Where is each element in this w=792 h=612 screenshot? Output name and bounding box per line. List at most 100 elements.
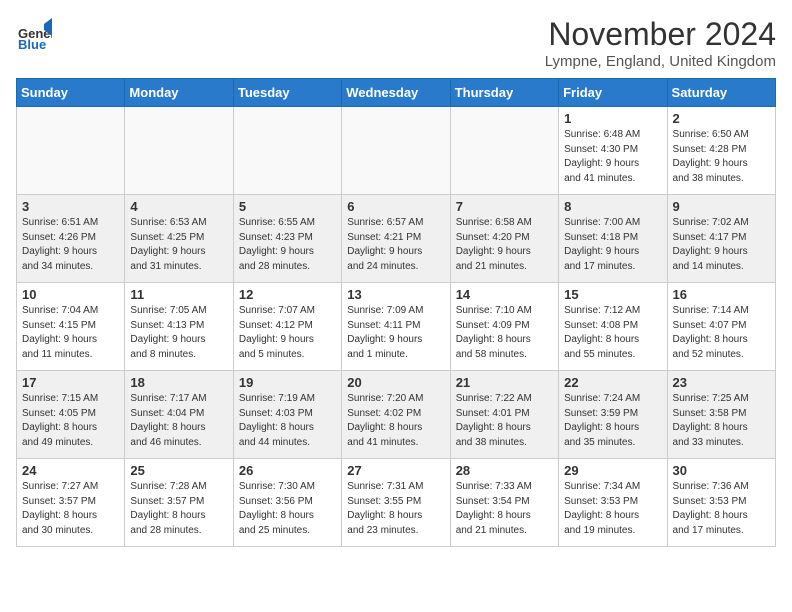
table-row xyxy=(233,107,341,195)
header-friday: Friday xyxy=(559,79,667,107)
day-info: Sunrise: 7:20 AM Sunset: 4:02 PM Dayligh… xyxy=(347,392,444,450)
table-row: 22 Sunrise: 7:24 AM Sunset: 3:59 PM Dayli… xyxy=(559,371,667,459)
day-info: Sunrise: 7:24 AM Sunset: 3:59 PM Dayligh… xyxy=(564,392,661,450)
day-info: Sunrise: 7:31 AM Sunset: 3:55 PM Dayligh… xyxy=(347,480,444,538)
day-number: 8 xyxy=(564,199,661,214)
table-row: 24Sunrise: 7:27 AM Sunset: 3:57 PM Dayli… xyxy=(17,459,125,547)
month-title: November 2024 xyxy=(545,16,776,53)
table-row: 26 Sunrise: 7:30 AM Sunset: 3:56 PM Dayli… xyxy=(233,459,341,547)
table-row: 3 Sunrise: 6:51 AM Sunset: 4:26 PM Daylig… xyxy=(17,195,125,283)
day-info: Sunrise: 7:17 AM Sunset: 4:04 PM Dayligh… xyxy=(130,392,227,450)
table-row: 14 Sunrise: 7:10 AM Sunset: 4:09 PM Dayli… xyxy=(450,283,558,371)
day-number: 14 xyxy=(456,287,553,302)
day-info: Sunrise: 7:10 AM Sunset: 4:09 PM Dayligh… xyxy=(456,304,553,362)
day-info: Sunrise: 7:14 AM Sunset: 4:07 PM Dayligh… xyxy=(673,304,770,362)
day-number: 19 xyxy=(239,375,336,390)
day-number: 1 xyxy=(564,111,661,126)
table-row: 7 Sunrise: 6:58 AM Sunset: 4:20 PM Daylig… xyxy=(450,195,558,283)
day-info: Sunrise: 7:33 AM Sunset: 3:54 PM Dayligh… xyxy=(456,480,553,538)
day-number: 21 xyxy=(456,375,553,390)
table-row: 6 Sunrise: 6:57 AM Sunset: 4:21 PM Daylig… xyxy=(342,195,450,283)
table-row xyxy=(450,107,558,195)
page-header: General Blue November 2024 Lympne, Engla… xyxy=(16,16,776,70)
location: Lympne, England, United Kingdom xyxy=(545,53,776,70)
table-row: 27 Sunrise: 7:31 AM Sunset: 3:55 PM Dayli… xyxy=(342,459,450,547)
day-info: Sunrise: 6:57 AM Sunset: 4:21 PM Dayligh… xyxy=(347,216,444,274)
day-info: Sunrise: 6:48 AM Sunset: 4:30 PM Dayligh… xyxy=(564,128,661,186)
table-row: 21Sunrise: 7:22 AM Sunset: 4:01 PM Dayli… xyxy=(450,371,558,459)
day-info: Sunrise: 7:00 AM Sunset: 4:18 PM Dayligh… xyxy=(564,216,661,274)
day-number: 30 xyxy=(673,463,770,478)
logo: General Blue xyxy=(16,16,56,52)
day-info: Sunrise: 7:05 AM Sunset: 4:13 PM Dayligh… xyxy=(130,304,227,362)
day-info: Sunrise: 7:09 AM Sunset: 4:11 PM Dayligh… xyxy=(347,304,444,362)
day-number: 6 xyxy=(347,199,444,214)
day-number: 27 xyxy=(347,463,444,478)
day-number: 5 xyxy=(239,199,336,214)
header-wednesday: Wednesday xyxy=(342,79,450,107)
table-row: 28 Sunrise: 7:33 AM Sunset: 3:54 PM Dayli… xyxy=(450,459,558,547)
day-info: Sunrise: 7:15 AM Sunset: 4:05 PM Dayligh… xyxy=(22,392,119,450)
table-row: 9Sunrise: 7:02 AM Sunset: 4:17 PM Daylig… xyxy=(667,195,775,283)
header-sunday: Sunday xyxy=(17,79,125,107)
table-row xyxy=(17,107,125,195)
table-row xyxy=(342,107,450,195)
day-number: 23 xyxy=(673,375,770,390)
day-number: 3 xyxy=(22,199,119,214)
calendar-header-row: Sunday Monday Tuesday Wednesday Thursday… xyxy=(17,79,776,107)
day-info: Sunrise: 7:12 AM Sunset: 4:08 PM Dayligh… xyxy=(564,304,661,362)
logo-icon: General Blue xyxy=(16,16,52,52)
calendar-table: Sunday Monday Tuesday Wednesday Thursday… xyxy=(16,78,776,547)
table-row: 18 Sunrise: 7:17 AM Sunset: 4:04 PM Dayli… xyxy=(125,371,233,459)
day-info: Sunrise: 6:51 AM Sunset: 4:26 PM Dayligh… xyxy=(22,216,119,274)
table-row: 17Sunrise: 7:15 AM Sunset: 4:05 PM Dayli… xyxy=(17,371,125,459)
day-info: Sunrise: 7:25 AM Sunset: 3:58 PM Dayligh… xyxy=(673,392,770,450)
table-row: 30 Sunrise: 7:36 AM Sunset: 3:53 PM Dayli… xyxy=(667,459,775,547)
day-info: Sunrise: 7:04 AM Sunset: 4:15 PM Dayligh… xyxy=(22,304,119,362)
day-info: Sunrise: 7:36 AM Sunset: 3:53 PM Dayligh… xyxy=(673,480,770,538)
title-block: November 2024 Lympne, England, United Ki… xyxy=(545,16,776,70)
table-row: 16 Sunrise: 7:14 AM Sunset: 4:07 PM Dayli… xyxy=(667,283,775,371)
day-number: 10 xyxy=(22,287,119,302)
day-number: 2 xyxy=(673,111,770,126)
header-tuesday: Tuesday xyxy=(233,79,341,107)
day-number: 12 xyxy=(239,287,336,302)
day-number: 4 xyxy=(130,199,227,214)
svg-text:Blue: Blue xyxy=(18,37,46,52)
day-info: Sunrise: 6:58 AM Sunset: 4:20 PM Dayligh… xyxy=(456,216,553,274)
table-row xyxy=(125,107,233,195)
calendar-week-row: 17Sunrise: 7:15 AM Sunset: 4:05 PM Dayli… xyxy=(17,371,776,459)
table-row: 29Sunrise: 7:34 AM Sunset: 3:53 PM Dayli… xyxy=(559,459,667,547)
day-number: 7 xyxy=(456,199,553,214)
header-thursday: Thursday xyxy=(450,79,558,107)
day-number: 15 xyxy=(564,287,661,302)
day-number: 16 xyxy=(673,287,770,302)
day-number: 20 xyxy=(347,375,444,390)
day-info: Sunrise: 7:19 AM Sunset: 4:03 PM Dayligh… xyxy=(239,392,336,450)
day-info: Sunrise: 6:50 AM Sunset: 4:28 PM Dayligh… xyxy=(673,128,770,186)
header-monday: Monday xyxy=(125,79,233,107)
day-info: Sunrise: 7:27 AM Sunset: 3:57 PM Dayligh… xyxy=(22,480,119,538)
day-number: 28 xyxy=(456,463,553,478)
day-number: 13 xyxy=(347,287,444,302)
calendar-week-row: 10 Sunrise: 7:04 AM Sunset: 4:15 PM Dayli… xyxy=(17,283,776,371)
table-row: 1 Sunrise: 6:48 AM Sunset: 4:30 PM Daylig… xyxy=(559,107,667,195)
day-number: 29 xyxy=(564,463,661,478)
day-number: 26 xyxy=(239,463,336,478)
day-info: Sunrise: 6:55 AM Sunset: 4:23 PM Dayligh… xyxy=(239,216,336,274)
day-info: Sunrise: 7:30 AM Sunset: 3:56 PM Dayligh… xyxy=(239,480,336,538)
table-row: 13 Sunrise: 7:09 AM Sunset: 4:11 PM Dayli… xyxy=(342,283,450,371)
header-saturday: Saturday xyxy=(667,79,775,107)
day-number: 25 xyxy=(130,463,227,478)
table-row: 4Sunrise: 6:53 AM Sunset: 4:25 PM Daylig… xyxy=(125,195,233,283)
day-info: Sunrise: 7:07 AM Sunset: 4:12 PM Dayligh… xyxy=(239,304,336,362)
calendar-week-row: 24Sunrise: 7:27 AM Sunset: 3:57 PM Dayli… xyxy=(17,459,776,547)
day-number: 18 xyxy=(130,375,227,390)
day-number: 22 xyxy=(564,375,661,390)
day-info: Sunrise: 7:02 AM Sunset: 4:17 PM Dayligh… xyxy=(673,216,770,274)
table-row: 8 Sunrise: 7:00 AM Sunset: 4:18 PM Daylig… xyxy=(559,195,667,283)
table-row: 12 Sunrise: 7:07 AM Sunset: 4:12 PM Dayli… xyxy=(233,283,341,371)
day-number: 11 xyxy=(130,287,227,302)
table-row: 11 Sunrise: 7:05 AM Sunset: 4:13 PM Dayli… xyxy=(125,283,233,371)
table-row: 23 Sunrise: 7:25 AM Sunset: 3:58 PM Dayli… xyxy=(667,371,775,459)
